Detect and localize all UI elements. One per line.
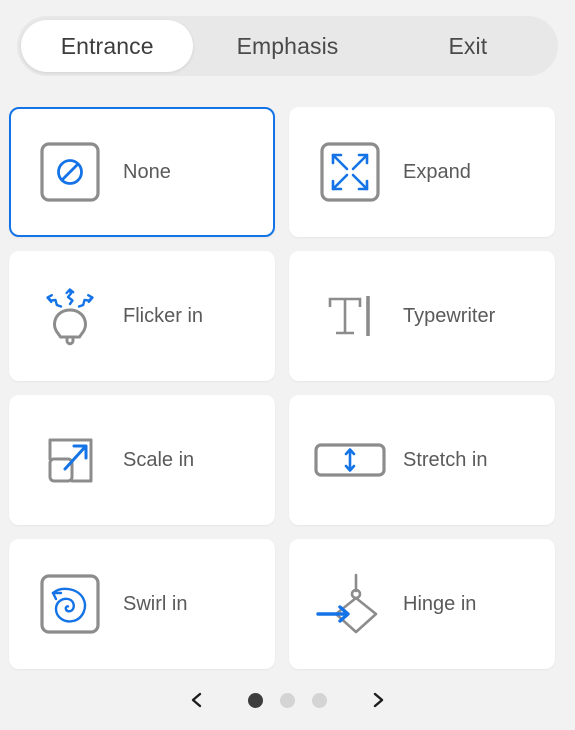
effects-grid: None Expand Flicker in Typewriter Scale … bbox=[9, 107, 566, 669]
effect-category-tabs: Entrance Emphasis Exit bbox=[17, 16, 558, 76]
stretch-icon bbox=[311, 421, 389, 499]
effect-label: None bbox=[123, 160, 171, 183]
page-dot-2[interactable] bbox=[280, 692, 295, 708]
tab-entrance-label: Entrance bbox=[60, 32, 154, 59]
effect-label: Typewriter bbox=[403, 304, 496, 327]
pagination bbox=[0, 682, 575, 718]
effect-card-typewriter[interactable]: Typewriter bbox=[289, 251, 555, 381]
scale-icon bbox=[31, 421, 109, 499]
tab-entrance[interactable]: Entrance bbox=[21, 20, 194, 72]
effect-label: Expand bbox=[403, 160, 471, 183]
effect-card-flicker-in[interactable]: Flicker in bbox=[9, 251, 275, 381]
page-dot-1[interactable] bbox=[248, 692, 263, 708]
animation-effects-panel: Entrance Emphasis Exit None Expand Flick… bbox=[0, 0, 575, 730]
tab-emphasis[interactable]: Emphasis bbox=[201, 20, 373, 72]
effect-card-hinge-in[interactable]: Hinge in bbox=[289, 539, 555, 669]
none-icon bbox=[31, 133, 109, 211]
effect-card-none[interactable]: None bbox=[9, 107, 275, 237]
effect-label: Stretch in bbox=[403, 448, 488, 471]
chevron-left-icon[interactable] bbox=[182, 685, 212, 715]
expand-icon bbox=[311, 133, 389, 211]
effect-label: Flicker in bbox=[123, 304, 204, 327]
effect-label: Hinge in bbox=[403, 592, 477, 615]
page-dot-3[interactable] bbox=[312, 692, 327, 708]
hinge-icon bbox=[311, 565, 389, 643]
page-dots bbox=[248, 692, 327, 708]
effect-label: Swirl in bbox=[123, 592, 188, 615]
effect-card-stretch-in[interactable]: Stretch in bbox=[289, 395, 555, 525]
tab-exit[interactable]: Exit bbox=[382, 20, 554, 72]
tab-emphasis-label: Emphasis bbox=[236, 32, 339, 59]
typewriter-icon bbox=[311, 277, 389, 355]
swirl-icon bbox=[31, 565, 109, 643]
effect-card-scale-in[interactable]: Scale in bbox=[9, 395, 275, 525]
effect-card-swirl-in[interactable]: Swirl in bbox=[9, 539, 275, 669]
chevron-right-icon[interactable] bbox=[363, 685, 393, 715]
flicker-icon bbox=[31, 277, 109, 355]
effect-label: Scale in bbox=[123, 448, 195, 471]
tab-exit-label: Exit bbox=[448, 32, 488, 59]
effect-card-expand[interactable]: Expand bbox=[289, 107, 555, 237]
